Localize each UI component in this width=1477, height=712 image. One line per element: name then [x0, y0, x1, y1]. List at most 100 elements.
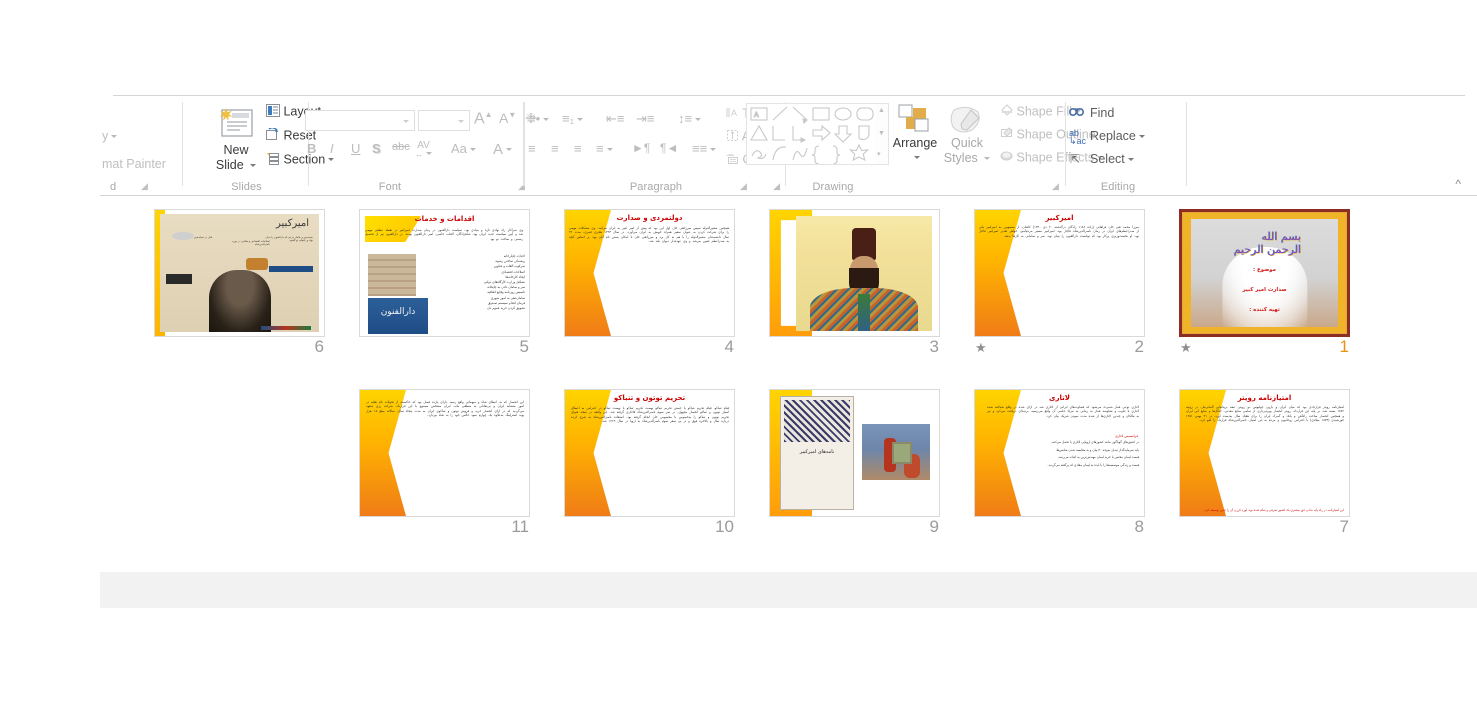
poster-photo-1: [172, 232, 194, 240]
slide-frame[interactable]: امتیازنامه رویتر امتیازنامه رویتر قراردا…: [1179, 389, 1350, 517]
underline-icon[interactable]: U: [351, 141, 360, 156]
find-button[interactable]: Find: [1090, 106, 1114, 120]
slide-meta: 4: [564, 337, 735, 358]
slide-meta: 7: [1179, 517, 1350, 538]
find-label: Find: [1090, 106, 1115, 120]
italic-icon[interactable]: I: [330, 141, 334, 156]
decrease-font-size-icon[interactable]: A▼: [499, 110, 516, 126]
slide-bullet-list: احداث چاپارخانه ریشه‌کن ساختن رشوه سرکوب…: [425, 254, 525, 311]
slide-frame[interactable]: لاتاری لاتاری نوعی قمار شمرده می‌شود که …: [974, 389, 1145, 517]
framed-object: [892, 442, 912, 464]
font-size-combobox[interactable]: [418, 110, 470, 131]
bullets-icon[interactable]: ≡•: [528, 111, 550, 126]
replace-button[interactable]: Replace: [1090, 129, 1145, 143]
animation-star-icon: ★: [1180, 340, 1192, 355]
bold-label: B: [307, 141, 317, 156]
align-text-icon: [726, 129, 739, 145]
slide-meta: 9: [769, 517, 940, 538]
left-blank-area: [0, 0, 100, 712]
shape-fill-label: Shape Fill: [1016, 104, 1073, 119]
select-button[interactable]: Select: [1090, 152, 1134, 166]
rtl-text-direction-icon[interactable]: ¶◄: [660, 141, 678, 155]
slide-frame[interactable]: تحریم توتون و تنباکو قیام تنباکو، قیام ت…: [564, 389, 735, 517]
slide-content: لاتاری لاتاری نوعی قمار شمرده می‌شود که …: [975, 390, 1144, 516]
group-divider: [523, 102, 524, 186]
slide-subtitle: فرانسیس لاتاری: [1114, 434, 1138, 438]
decrease-indent-icon[interactable]: ⇤≡: [606, 111, 624, 127]
chevron-down-icon: [469, 147, 476, 151]
slide-frame-selected[interactable]: بسم الله الرحمن الرحیم موضوع : صدارت امی…: [1179, 209, 1350, 337]
align-left-icon[interactable]: ≡: [528, 141, 536, 156]
list-item: قیمت لیمان مختص با خرید لیمان مهندس‌ترین…: [1057, 455, 1139, 460]
font-name-combobox[interactable]: [305, 110, 415, 131]
clipboard-style-button[interactable]: y: [102, 129, 118, 143]
shapes-more-icon[interactable]: ▾: [877, 150, 881, 158]
slide-frame[interactable]: [769, 209, 940, 337]
scroll-down-icon[interactable]: ▼: [878, 130, 885, 137]
slide-frame[interactable]: امیرکبیر نخست‌وزیر قاجار مردی که دارالفن…: [154, 209, 325, 337]
slide-frame[interactable]: نامه‌های امیرکبیر: [769, 389, 940, 517]
ltr-text-direction-icon[interactable]: ►¶: [632, 141, 650, 155]
font-color-icon[interactable]: A: [493, 141, 513, 158]
scroll-up-icon[interactable]: ▲: [878, 107, 885, 114]
align-center-icon[interactable]: ≡: [551, 141, 559, 156]
change-case-icon[interactable]: Aa: [451, 141, 476, 156]
format-painter-button[interactable]: mat Painter: [102, 157, 166, 171]
new-slide-button[interactable]: New Slide: [196, 143, 276, 173]
shapes-gallery[interactable]: A: [746, 103, 876, 165]
chevron-down-icon: [576, 117, 583, 121]
poster-portrait: [208, 270, 271, 332]
slide-number: 8: [1134, 517, 1144, 536]
new-slide-icon[interactable]: [212, 104, 260, 142]
quick-styles-button[interactable]: Quick Styles: [940, 136, 994, 166]
poster-image: امیرکبیر نخست‌وزیر قاجار مردی که دارالفن…: [160, 214, 319, 332]
poster-footer-bar: [261, 326, 311, 330]
slide-body: لاتاری نوعی قمار شمرده می‌شود که قضاوت‌ه…: [987, 405, 1139, 418]
slide-footer-note: این امتیازنامه در راه پایه ندادن حق بیشت…: [1203, 507, 1344, 512]
strikethrough-icon[interactable]: abc: [392, 141, 410, 153]
chevron-down-icon: [1127, 157, 1134, 161]
slide-body: وی سرآغاز راه نهادی تازه و بنیادی بود. س…: [365, 228, 523, 241]
chevron-down-icon: [606, 147, 613, 151]
slide-sorter-bottom-strip: [100, 572, 1477, 608]
portrait-sash: [858, 294, 870, 331]
text-shadow-icon[interactable]: S: [372, 141, 381, 156]
editing-dialog-launcher[interactable]: ◢: [1052, 181, 1059, 192]
arrange-button[interactable]: Arrange: [886, 136, 944, 164]
align-right-icon[interactable]: ≡: [574, 141, 582, 156]
list-item: باید سرمایه‌گذار تبدیل به‌وجه ۳۰ بیان و …: [1055, 447, 1139, 452]
slide-content: امیرکبیر نخست‌وزیر قاجار مردی که دارالفن…: [155, 210, 324, 336]
font-group-label: Font: [378, 181, 402, 193]
bold-icon[interactable]: B: [307, 141, 316, 156]
slide-content: اقدامات و خدمات وی سرآغاز راه نهادی تازه…: [360, 210, 529, 336]
chevron-down-icon: [543, 117, 550, 121]
slide-body: میرزا محمد تقی خان فراهانی (زاده ۱۱۸۶ زا…: [979, 225, 1139, 238]
slide-frame[interactable]: دولتمردی و صدارت همچنین مشیرالدوله سپس م…: [564, 209, 735, 337]
slide-frame[interactable]: این انحصار که به اعطای شاه و میهمانی واق…: [359, 389, 530, 517]
ribbon-group-drawing: A ▲ ▼ ▾ Arrange Quick Styles Shape Fill …: [740, 96, 1104, 195]
poster-banner: [269, 266, 313, 272]
chevron-down-icon: [111, 134, 118, 138]
drawing-dialog-launcher[interactable]: ◢: [740, 181, 747, 192]
slide-sorter-pane[interactable]: امیرکبیر نخست‌وزیر قاجار مردی که دارالفن…: [100, 196, 1477, 608]
increase-indent-icon[interactable]: ⇥≡: [636, 111, 654, 127]
collapse-ribbon-chevron-icon[interactable]: ^: [1455, 177, 1461, 191]
group-divider: [182, 102, 183, 186]
amir-kabir-portrait-photo: [796, 216, 932, 331]
increase-font-size-icon[interactable]: A▲: [474, 110, 493, 128]
numbering-icon[interactable]: ≡₁: [562, 111, 583, 126]
slide-meta: 5: [359, 337, 530, 358]
svg-text:A: A: [754, 112, 759, 119]
slide-frame[interactable]: امیرکبیر میرزا محمد تقی خان فراهانی (زاد…: [974, 209, 1145, 337]
basmala-calligraphy: بسم الله الرحمن الرحیم: [1233, 230, 1302, 256]
clipboard-dialog-launcher[interactable]: ◢: [141, 181, 148, 192]
slide-frame[interactable]: اقدامات و خدمات وی سرآغاز راه نهادی تازه…: [359, 209, 530, 337]
bottom-blank-area: [0, 608, 1477, 712]
chevron-down-icon: [913, 155, 920, 159]
chevron-down-icon: [1138, 134, 1145, 138]
character-spacing-icon[interactable]: AV ↔: [415, 141, 432, 159]
select-icon: ⇱: [1070, 152, 1081, 166]
justify-icon[interactable]: ≡: [596, 141, 613, 156]
columns-icon[interactable]: ≡≡: [692, 141, 717, 156]
line-spacing-icon[interactable]: ↕≡: [678, 111, 702, 126]
